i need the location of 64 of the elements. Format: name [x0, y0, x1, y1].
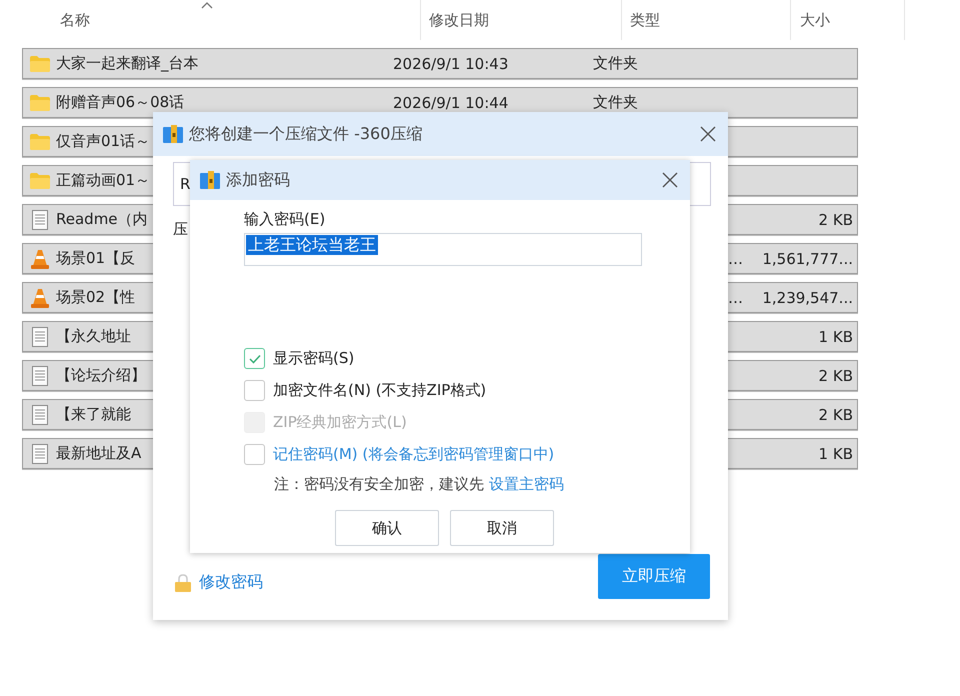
padlock-icon	[175, 574, 191, 592]
file-size: 2 KB	[818, 366, 853, 384]
checkmark-icon	[248, 354, 260, 364]
archive-box-icon	[200, 171, 220, 189]
document-icon	[32, 444, 48, 464]
file-size: 1 KB	[818, 328, 853, 346]
file-size: 2 KB	[818, 210, 853, 228]
file-name: 场景02【性	[56, 288, 136, 306]
option-label: 显示密码(S)	[273, 349, 354, 368]
dialog-title: 您将创建一个压缩文件 -360压缩	[189, 124, 424, 144]
checkbox[interactable]	[244, 444, 265, 465]
column-header[interactable]: 修改日期	[421, 0, 622, 40]
modified-date: 2026/9/1 10:43	[393, 54, 508, 72]
close-icon[interactable]	[700, 126, 716, 142]
folder-icon	[30, 94, 50, 110]
file-size: 2 KB	[818, 406, 853, 424]
checkbox[interactable]	[244, 380, 265, 401]
password-field[interactable]: 上老王论坛当老王	[244, 233, 642, 266]
file-name: 大家一起来翻译_台本	[56, 54, 198, 72]
file-name: 【永久地址	[56, 327, 131, 345]
set-master-password-link[interactable]: 设置主密码	[488, 475, 564, 493]
column-header[interactable]: 大小	[791, 0, 905, 40]
folder-icon	[30, 134, 50, 150]
file-type: …	[728, 288, 743, 306]
file-name: 【论坛介绍】	[56, 366, 146, 384]
cancel-button[interactable]: 取消	[450, 510, 554, 546]
file-type: 文件夹	[593, 93, 638, 112]
column-header[interactable]: 名称	[22, 0, 421, 40]
dialog-title: 添加密码	[226, 170, 291, 190]
option-label[interactable]: 记住密码(M) (将会备忘到密码管理窗口中)	[273, 445, 554, 464]
file-name: 附赠音声06～08话	[56, 93, 184, 111]
file-size: 1 KB	[818, 444, 853, 462]
folder-icon	[30, 56, 50, 72]
option-label: 加密文件名(N) (不支持ZIP格式)	[273, 381, 486, 400]
file-type: 文件夹	[593, 54, 638, 73]
checkbox[interactable]	[244, 348, 265, 369]
close-icon[interactable]	[662, 172, 678, 188]
field-label: 输入密码(E)	[244, 210, 326, 229]
document-icon	[32, 210, 48, 230]
file-name: 正篇动画01～	[56, 171, 150, 189]
archive-box-icon	[163, 125, 183, 143]
file-name: 仅音声01话～	[56, 132, 150, 150]
field-label: 压	[173, 220, 188, 239]
file-row[interactable]: 大家一起来翻译_台本 2026/9/1 10:43 文件夹	[22, 48, 858, 79]
file-name: Readme（内	[56, 210, 148, 228]
document-icon	[32, 366, 48, 386]
change-password-link[interactable]: 修改密码	[175, 572, 263, 593]
traffic-cone-icon	[30, 288, 48, 308]
traffic-cone-icon	[30, 248, 48, 268]
folder-icon	[30, 172, 50, 188]
option-label: ZIP经典加密方式(L)	[273, 413, 407, 432]
document-icon	[32, 404, 48, 424]
file-name: 场景01【反	[56, 249, 136, 267]
document-icon	[32, 326, 48, 346]
file-name: 最新地址及A	[56, 444, 142, 462]
file-type: …	[728, 250, 743, 268]
file-size: 1,561,777...	[762, 250, 853, 268]
column-header[interactable]: 类型	[622, 0, 791, 40]
sort-caret-icon	[201, 2, 213, 9]
file-name: 【来了就能	[56, 405, 131, 423]
modified-date: 2026/9/1 10:44	[393, 94, 508, 112]
note-text: 注：密码没有安全加密，建议先 设置主密码	[274, 475, 564, 494]
confirm-button[interactable]: 确认	[335, 510, 439, 546]
file-size: 1,239,547...	[762, 288, 853, 306]
